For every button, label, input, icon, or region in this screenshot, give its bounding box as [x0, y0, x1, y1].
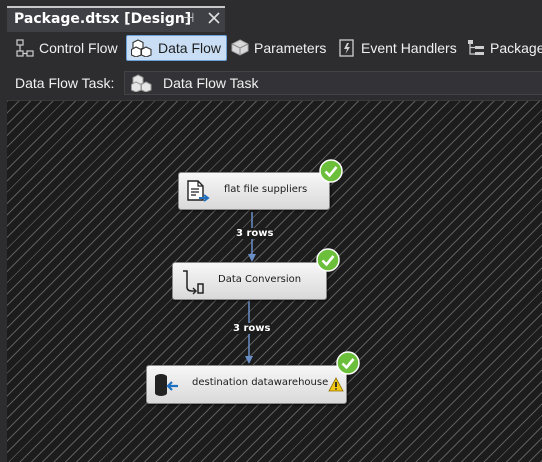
- success-check-icon: [336, 351, 360, 375]
- pin-icon[interactable]: ⊣: [183, 11, 194, 26]
- tab-event-handlers[interactable]: Event Handlers: [338, 35, 457, 61]
- component-label: Data Conversion: [218, 274, 302, 285]
- tab-label: Package: [490, 40, 542, 56]
- flat-file-source-icon: [187, 180, 210, 202]
- tab-control-flow[interactable]: Control Flow: [16, 35, 118, 61]
- data-flow-task-select[interactable]: Data Flow Task: [124, 71, 542, 95]
- document-tab-strip: Package.dtsx [Design] ⊣: [0, 0, 542, 32]
- data-flow-task-bar: Data Flow Task: Data Flow Task: [0, 65, 542, 100]
- package-explorer-icon: [468, 40, 484, 55]
- document-tab-title: Package.dtsx [Design]: [14, 11, 192, 27]
- tab-label: Control Flow: [39, 40, 118, 56]
- tab-label: Event Handlers: [361, 40, 457, 56]
- document-tab[interactable]: Package.dtsx [Design] ⊣: [7, 6, 225, 32]
- parameters-icon: [231, 39, 249, 56]
- tab-label: Parameters: [254, 40, 327, 56]
- component-flat-file-source[interactable]: flat file suppliers: [178, 172, 330, 210]
- path-row-count-label: 3 rows: [232, 323, 272, 334]
- component-label: destination datawarehouse: [192, 377, 329, 388]
- success-check-icon: [319, 159, 343, 183]
- db-destination-icon: [155, 374, 178, 396]
- designer-tab-bar: Control Flow Data Flow Parameters Event …: [0, 32, 542, 65]
- warning-icon: [328, 377, 344, 392]
- tab-parameters[interactable]: Parameters: [231, 35, 326, 61]
- tab-data-flow[interactable]: Data Flow: [126, 35, 228, 61]
- data-conversion-icon: [183, 270, 204, 295]
- data-flow-task-label: Data Flow Task:: [15, 75, 115, 91]
- control-flow-icon: [16, 39, 34, 57]
- data-flow-icon: [131, 39, 152, 57]
- component-data-conversion[interactable]: Data Conversion: [172, 262, 327, 300]
- component-label: flat file suppliers: [224, 184, 308, 195]
- success-check-icon: [316, 248, 340, 272]
- tab-package-explorer[interactable]: Package: [467, 35, 542, 61]
- close-icon[interactable]: [206, 9, 222, 27]
- data-flow-task-icon: [131, 74, 152, 92]
- component-db-destination[interactable]: destination datawarehouse: [146, 365, 347, 404]
- data-flow-task-value: Data Flow Task: [163, 75, 259, 91]
- tab-label: Data Flow: [158, 40, 222, 56]
- path-row-count-label: 3 rows: [235, 228, 275, 239]
- event-handlers-icon: [339, 39, 354, 57]
